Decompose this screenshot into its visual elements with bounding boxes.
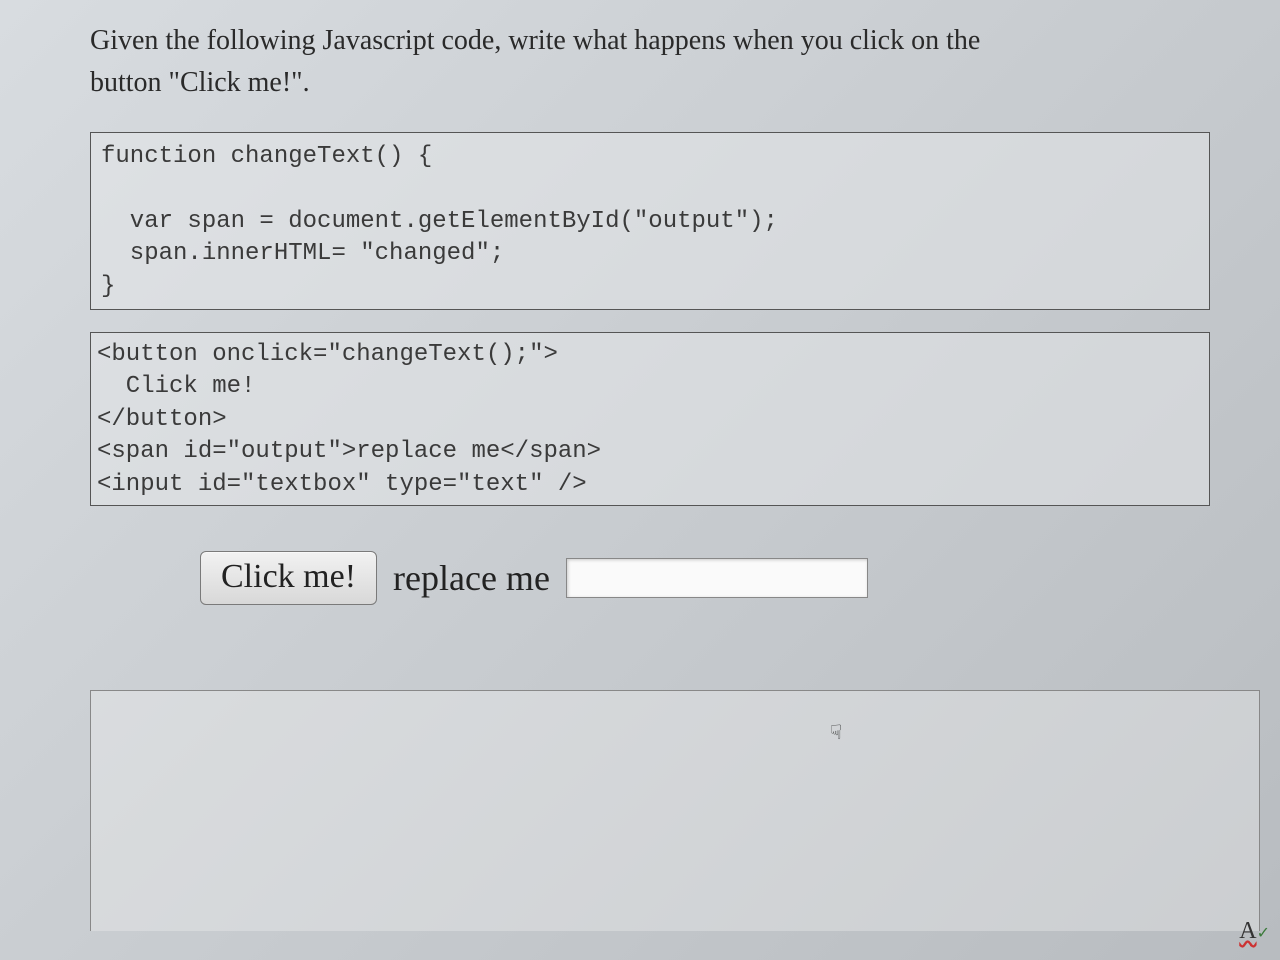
question-text: Given the following Javascript code, wri…	[90, 20, 1210, 104]
spellcheck-check-glyph: ✓	[1257, 925, 1270, 942]
question-line-1: Given the following Javascript code, wri…	[90, 25, 980, 56]
spellcheck-a-glyph: A	[1239, 918, 1256, 944]
rendered-output-row: Click me! replace me	[200, 551, 1210, 605]
click-me-button[interactable]: Click me!	[200, 551, 377, 605]
question-line-2: button "Click me!".	[90, 67, 310, 98]
spellcheck-icon[interactable]: A✓	[1239, 918, 1270, 945]
code-block-html: <button onclick="changeText();"> Click m…	[90, 332, 1210, 506]
code-block-js: function changeText() { var span = docum…	[90, 132, 1210, 310]
answer-textarea[interactable]	[90, 690, 1260, 931]
question-page: Given the following Javascript code, wri…	[0, 0, 1280, 605]
textbox-input[interactable]	[566, 558, 868, 598]
pointer-cursor-icon: ☟	[830, 720, 842, 745]
output-span: replace me	[393, 557, 550, 599]
